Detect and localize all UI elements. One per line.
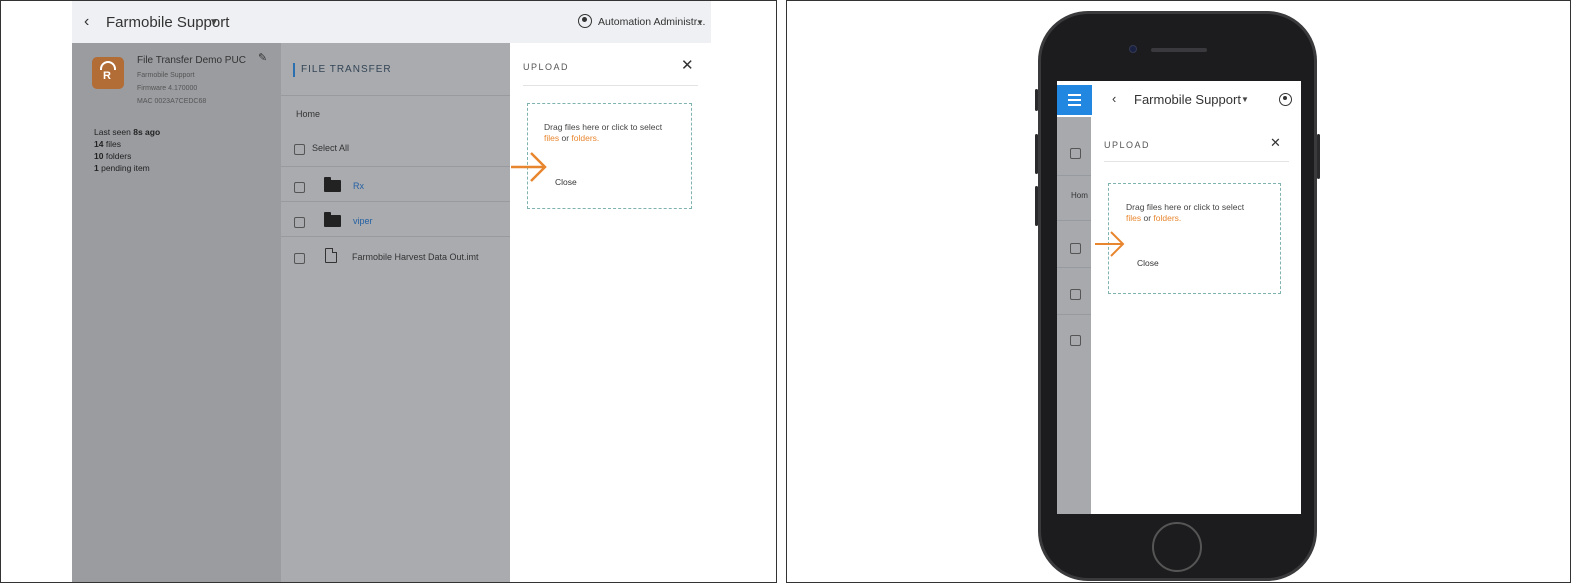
org-name[interactable]: Farmobile Support xyxy=(1134,92,1241,107)
last-seen-label: Last seen xyxy=(94,127,134,137)
volume-down-button xyxy=(1035,186,1038,226)
folder-link[interactable]: Rx xyxy=(353,181,364,191)
dropzone[interactable]: Drag files here or click to select files… xyxy=(527,103,692,209)
device-info-column: File Transfer Demo PUC ✎ Farmobile Suppo… xyxy=(72,43,281,582)
select-all-checkbox[interactable] xyxy=(1070,148,1081,159)
divider xyxy=(1057,175,1091,176)
power-button xyxy=(1317,134,1320,179)
item-checkbox[interactable] xyxy=(1070,335,1081,346)
list-item[interactable]: viper xyxy=(294,212,504,234)
device-name: File Transfer Demo PUC xyxy=(137,55,246,66)
orange-arrow-annotation-icon xyxy=(1095,231,1125,257)
pending-count: 1 pending item xyxy=(94,163,150,173)
last-seen: Last seen 8s ago xyxy=(94,127,160,137)
volume-up-button xyxy=(1035,134,1038,174)
mobile-screenshot-panel: ‹ Farmobile Support ▼ Hom UPLOAD ✕ Drag … xyxy=(786,0,1571,583)
mobile-top-bar: ‹ Farmobile Support ▼ xyxy=(1057,81,1301,117)
user-account-icon[interactable] xyxy=(1279,93,1292,106)
divider xyxy=(281,201,510,202)
dropzone-instructions: Drag files here or click to select files… xyxy=(1126,202,1276,225)
folder-icon xyxy=(324,212,341,227)
desktop-app-window: ‹ Farmobile Support ▼ Automation Adminis… xyxy=(72,1,711,582)
front-camera-icon xyxy=(1129,45,1137,53)
desktop-screenshot-panel: ‹ Farmobile Support ▼ Automation Adminis… xyxy=(0,0,777,583)
folder-icon xyxy=(324,177,341,192)
file-icon xyxy=(325,248,337,263)
select-folders-link[interactable]: folders. xyxy=(571,133,599,143)
close-icon[interactable]: ✕ xyxy=(681,56,694,74)
select-files-link[interactable]: files xyxy=(1126,213,1141,223)
select-all-row[interactable]: Select All xyxy=(294,141,504,161)
item-checkbox[interactable] xyxy=(1070,289,1081,300)
divider xyxy=(281,95,510,96)
user-name[interactable]: Automation Administr... xyxy=(598,16,705,28)
device-firmware: Firmware 4.170000 xyxy=(137,85,198,92)
file-name[interactable]: Farmobile Harvest Data Out.imt xyxy=(352,252,479,262)
dropzone-text: Drag files here or click to select xyxy=(1126,202,1245,212)
divider xyxy=(281,166,510,167)
or-text: or xyxy=(1141,213,1154,224)
user-dropdown-caret-icon[interactable]: ▼ xyxy=(696,18,704,27)
divider xyxy=(1057,267,1091,268)
device-wifi-icon xyxy=(92,57,124,89)
item-checkbox[interactable] xyxy=(294,182,305,193)
divider xyxy=(1057,220,1091,221)
list-item[interactable]: Rx xyxy=(294,177,504,199)
close-button[interactable]: Close xyxy=(555,177,577,187)
dropzone-text: Drag files here or click to select xyxy=(544,122,663,132)
select-folders-link[interactable]: folders. xyxy=(1153,213,1181,223)
last-seen-value: 8s ago xyxy=(133,127,161,137)
select-all-label[interactable]: Select All xyxy=(312,143,349,153)
hamburger-menu-icon[interactable] xyxy=(1057,85,1092,115)
upload-title: UPLOAD xyxy=(1104,140,1151,150)
close-icon[interactable]: ✕ xyxy=(1270,135,1281,151)
user-account-icon[interactable] xyxy=(578,14,592,28)
select-all-checkbox[interactable] xyxy=(294,144,305,155)
upload-panel: UPLOAD ✕ Drag files here or click to sel… xyxy=(510,43,711,582)
list-item[interactable]: Farmobile Harvest Data Out.imt xyxy=(294,248,504,270)
or-text: or xyxy=(559,133,572,144)
orange-arrow-annotation-icon xyxy=(511,152,547,182)
folders-count: 10 folders xyxy=(94,151,131,161)
folders-count-label: folders xyxy=(103,151,132,161)
select-files-link[interactable]: files xyxy=(544,133,559,143)
files-count: 14 files xyxy=(94,139,121,149)
back-chevron-icon[interactable]: ‹ xyxy=(1112,91,1116,106)
file-transfer-heading: FILE TRANSFER xyxy=(293,63,392,77)
close-button[interactable]: Close xyxy=(1137,258,1159,268)
device-org: Farmobile Support xyxy=(137,72,195,79)
divider xyxy=(1057,314,1091,315)
earpiece-speaker xyxy=(1151,48,1207,52)
org-dropdown-caret-icon[interactable]: ▼ xyxy=(1241,95,1249,104)
upload-title: UPLOAD xyxy=(523,62,570,72)
dropzone[interactable]: Drag files here or click to select files… xyxy=(1108,183,1281,294)
item-checkbox[interactable] xyxy=(1070,243,1081,254)
org-dropdown-caret-icon[interactable]: ▼ xyxy=(209,17,219,28)
pending-count-label: pending item xyxy=(98,163,150,173)
divider xyxy=(281,236,510,237)
back-chevron-icon[interactable]: ‹ xyxy=(84,13,89,31)
file-transfer-column: FILE TRANSFER Home Select All Rx viper F… xyxy=(281,43,510,582)
item-checkbox[interactable] xyxy=(294,217,305,228)
files-count-label: files xyxy=(103,139,121,149)
upload-panel: UPLOAD ✕ Drag files here or click to sel… xyxy=(1091,117,1301,514)
breadcrumb-home[interactable]: Home xyxy=(296,109,320,119)
edit-pencil-icon[interactable]: ✎ xyxy=(258,51,267,64)
phone-screen: ‹ Farmobile Support ▼ Hom UPLOAD ✕ Drag … xyxy=(1057,81,1301,514)
top-bar: ‹ Farmobile Support ▼ Automation Adminis… xyxy=(72,1,711,43)
mute-switch xyxy=(1035,89,1038,111)
background-file-list: Hom xyxy=(1057,117,1091,514)
desktop-body: File Transfer Demo PUC ✎ Farmobile Suppo… xyxy=(72,43,711,582)
phone-frame: ‹ Farmobile Support ▼ Hom UPLOAD ✕ Drag … xyxy=(1035,11,1320,581)
folder-link[interactable]: viper xyxy=(353,216,373,226)
divider xyxy=(523,85,698,86)
breadcrumb-home[interactable]: Hom xyxy=(1071,191,1088,200)
divider xyxy=(1104,161,1289,162)
dropzone-instructions: Drag files here or click to select files… xyxy=(544,122,684,145)
home-button xyxy=(1152,522,1202,572)
device-mac: MAC 0023A7CEDC68 xyxy=(137,98,207,105)
item-checkbox[interactable] xyxy=(294,253,305,264)
